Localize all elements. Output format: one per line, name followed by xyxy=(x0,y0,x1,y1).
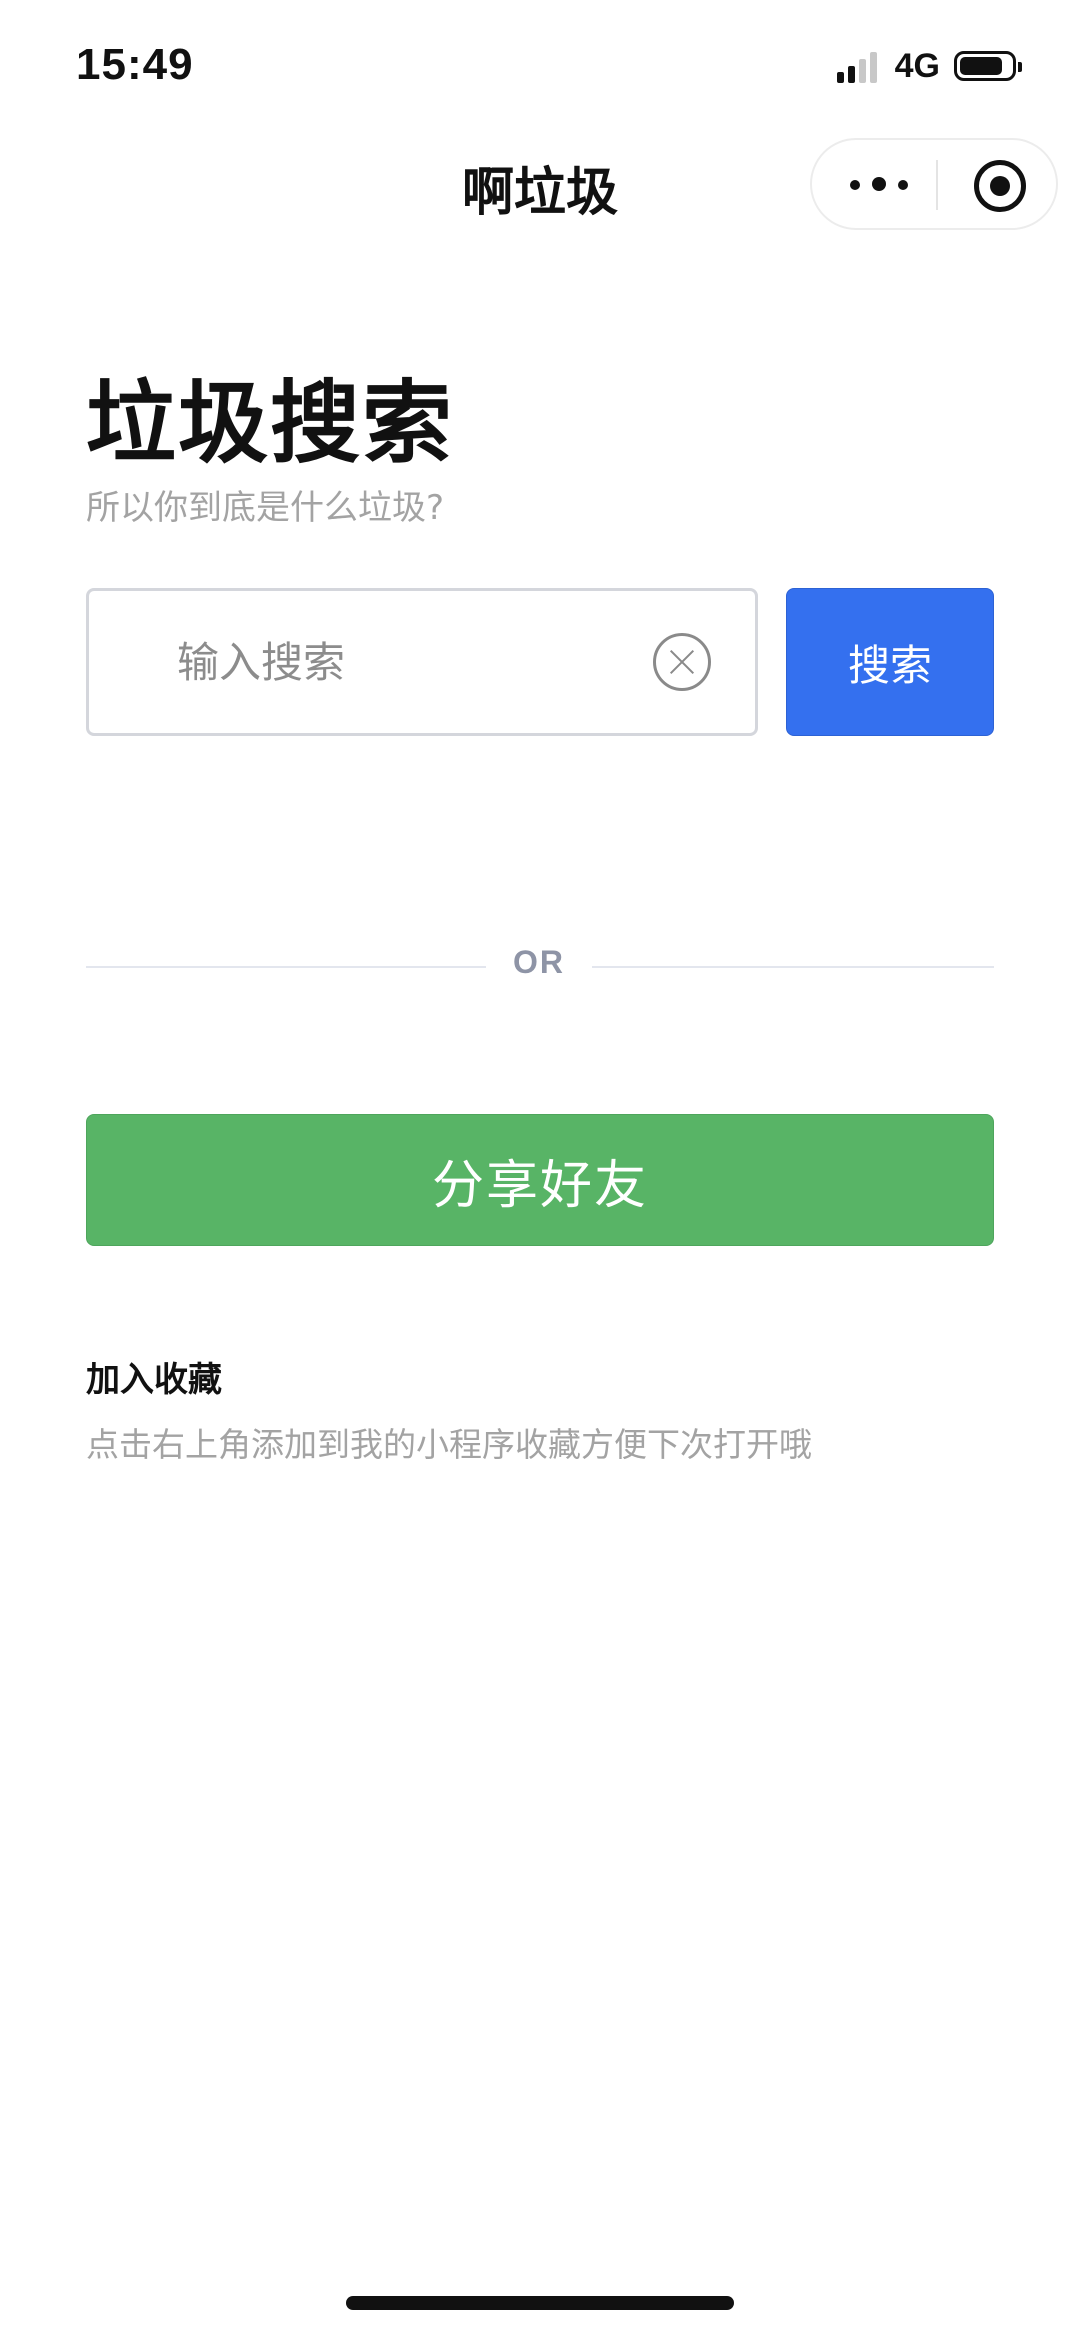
target-circle-icon[interactable] xyxy=(974,160,1026,212)
battery-icon xyxy=(954,51,1022,81)
status-indicators: 4G xyxy=(836,46,1022,86)
home-indicator[interactable] xyxy=(346,2296,734,2310)
search-box xyxy=(86,588,758,736)
divider-line-left xyxy=(86,966,486,968)
signal-icon xyxy=(836,49,881,83)
clear-circle-x-icon[interactable] xyxy=(653,633,711,691)
favorites-description: 点击右上角添加到我的小程序收藏方便下次打开哦 xyxy=(86,1425,812,1464)
status-time: 15:49 xyxy=(76,40,194,89)
favorites-title: 加入收藏 xyxy=(86,1360,222,1400)
network-type: 4G xyxy=(894,46,940,85)
capsule-divider xyxy=(936,160,938,210)
or-divider-label: OR xyxy=(513,944,565,980)
more-dots-icon[interactable] xyxy=(850,176,908,194)
status-bar: 15:49 4G xyxy=(0,0,1080,130)
search-input[interactable] xyxy=(177,591,597,733)
search-button[interactable]: 搜索 xyxy=(786,588,994,736)
page-subtitle: 所以你到底是什么垃圾? xyxy=(86,488,445,528)
page-title: 垃圾搜索 xyxy=(86,371,454,476)
share-friends-button[interactable]: 分享好友 xyxy=(86,1114,994,1246)
mini-program-capsule xyxy=(810,138,1058,230)
divider-line-right xyxy=(592,966,994,968)
